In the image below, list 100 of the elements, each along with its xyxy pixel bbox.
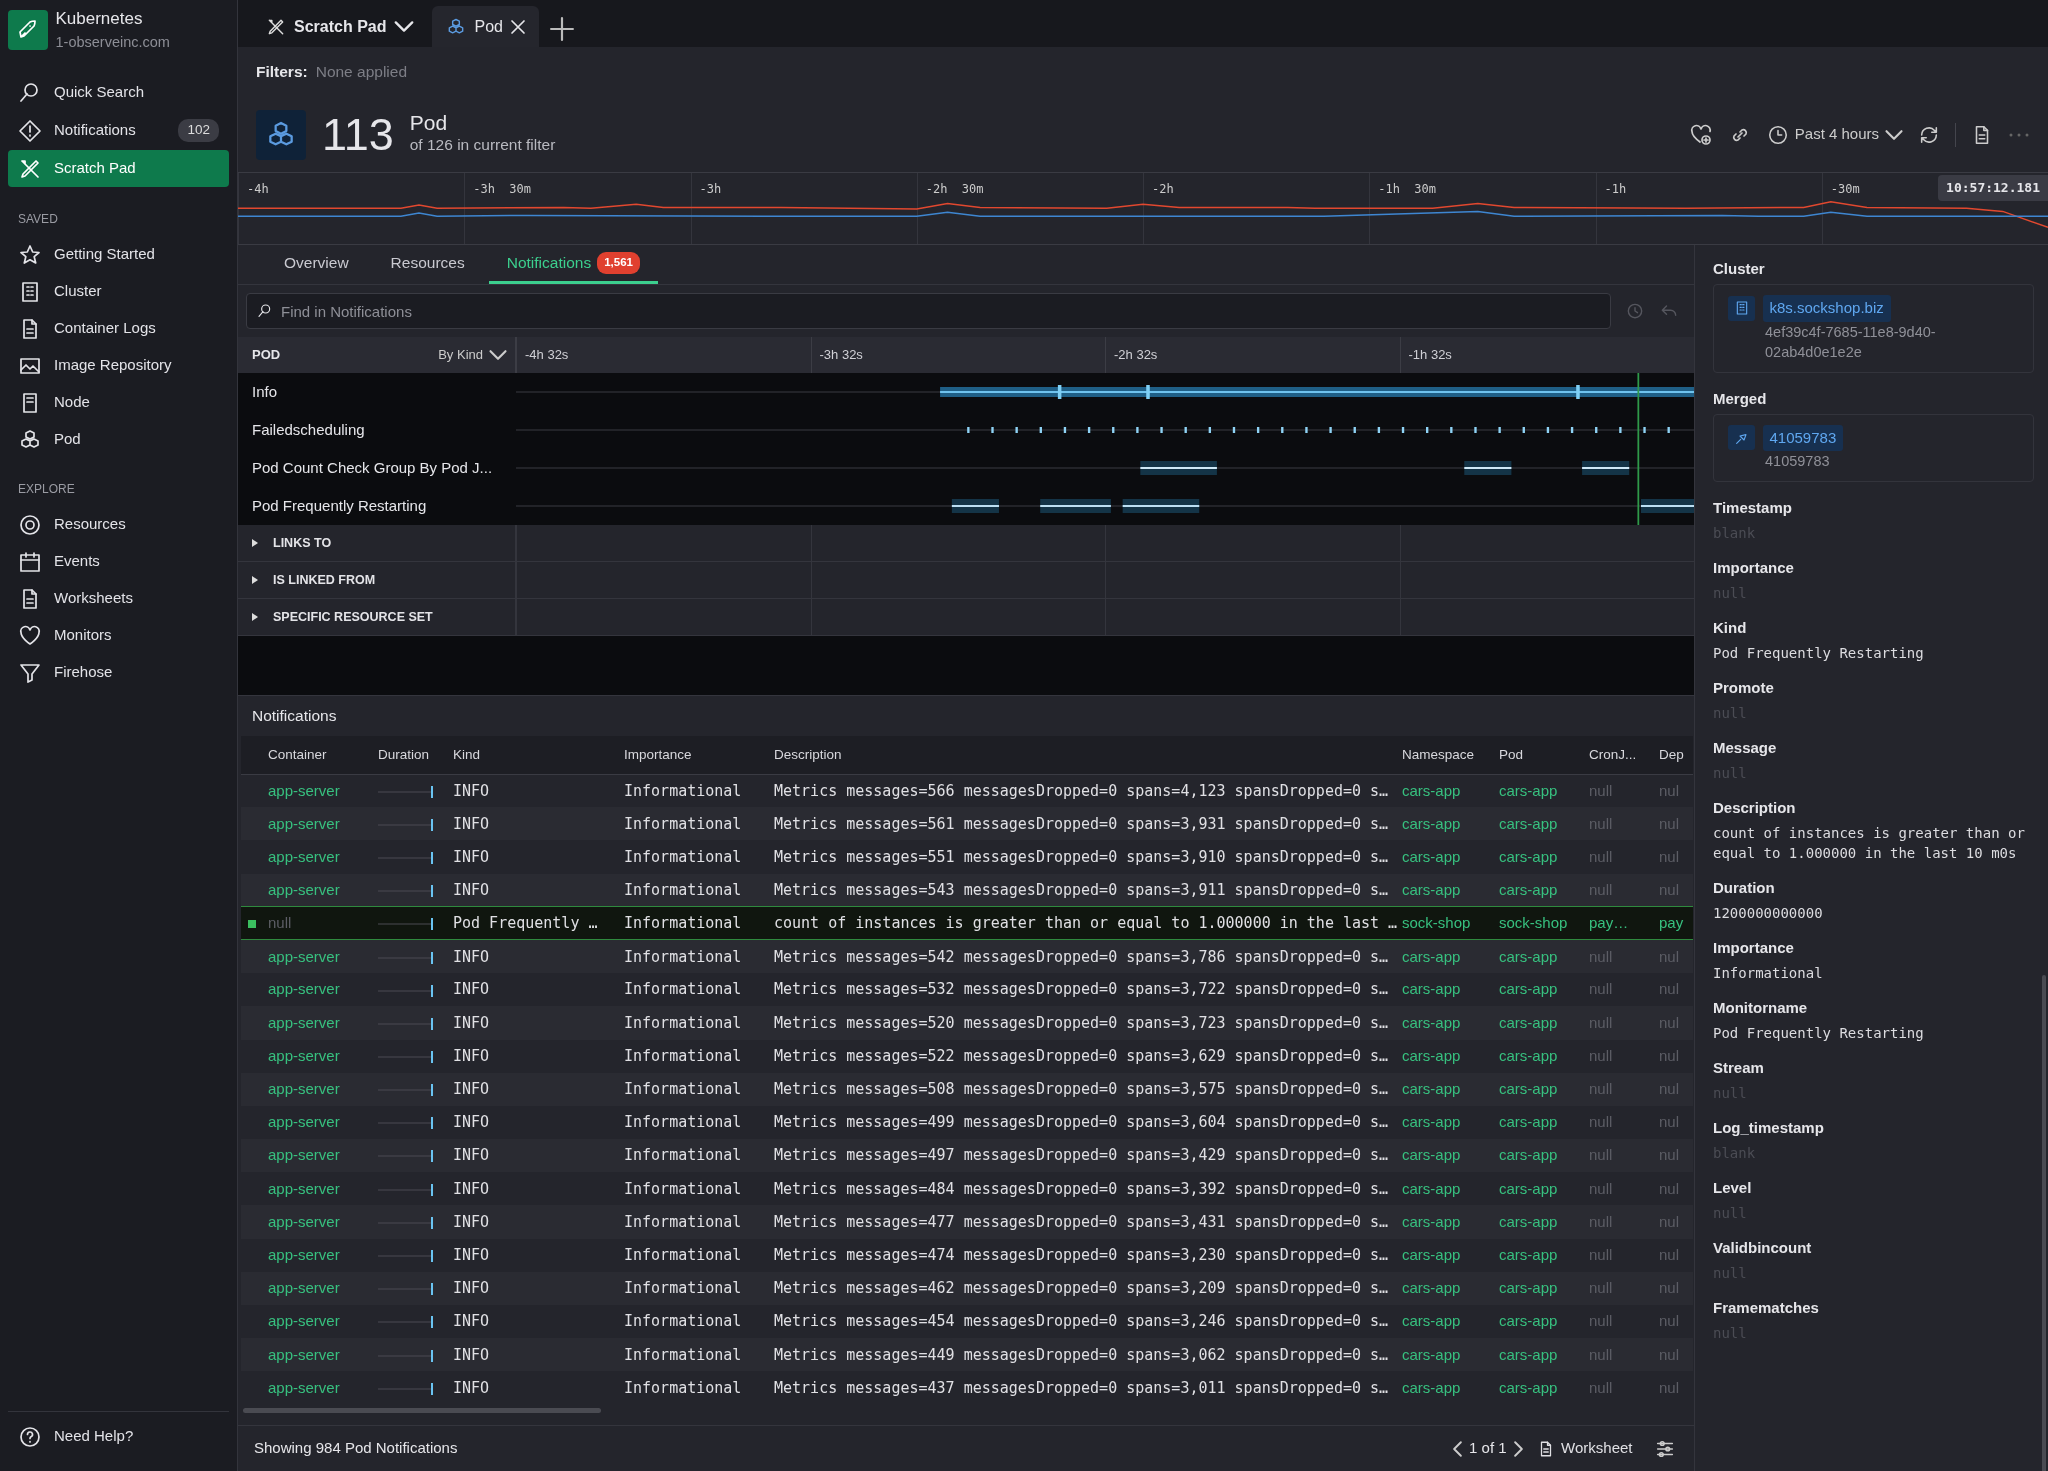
table-cell: nul (1655, 1039, 1693, 1073)
vertical-scrollbar[interactable] (2042, 975, 2046, 1471)
table-cell: nul (1655, 1105, 1693, 1140)
group-toggle[interactable]: SPECIFIC RESOURCE SET (252, 607, 433, 627)
table-cell: null (1585, 1172, 1655, 1206)
clock-icon (1766, 123, 1789, 146)
table-cell: app-server (264, 1139, 374, 1173)
table-row[interactable]: app-server INFO Informational Metrics messages=454 messagesDropped=0 spans=3,246 spansDropped=0 s… cars-app cars-app null nul (241, 1305, 1693, 1339)
page-title: Pod (409, 112, 449, 134)
section-title: Notifications (251, 706, 338, 727)
table-cell: count of instances is greater than or equal to 1.000000 in the last … (770, 906, 1398, 940)
table-cell: Informational (620, 1105, 770, 1140)
table-cell: cars-app (1398, 873, 1495, 907)
table-cell: app-server (264, 873, 374, 907)
table-cell: cars-app (1495, 1139, 1585, 1173)
tab[interactable]: Pod (432, 6, 539, 47)
field-label: Monitorname (1713, 998, 1809, 1018)
tab[interactable]: Scratch Pad (252, 6, 429, 47)
duration-bar-icon (378, 1083, 434, 1098)
sidebar-item[interactable]: Image Repository (8, 347, 229, 384)
table-cell: Metrics messages=477 messagesDropped=0 spans=3,431 spansDropped=0 s… (770, 1205, 1398, 1239)
sidebar-item[interactable]: Events (8, 543, 229, 580)
table-row[interactable]: app-server INFO Informational Metrics messages=532 messagesDropped=0 spans=3,722 spansDropped=0 s… cars-app cars-app null nul (241, 973, 1693, 1007)
sidebar-item[interactable]: Scratch Pad (8, 150, 229, 187)
add-monitor-button[interactable] (1688, 122, 1713, 147)
workspace-name: 1-observeinc.com (55, 32, 170, 52)
table-cell: cars-app (1398, 1305, 1495, 1339)
table-cell: INFO (449, 1172, 620, 1206)
table-cell: Informational (620, 906, 770, 940)
field-label: Timestamp (1713, 498, 1793, 518)
group-by-dropdown[interactable]: By Kind (438, 345, 507, 365)
table-cell: Metrics messages=566 messagesDropped=0 spans=4,123 spansDropped=0 s… (770, 774, 1398, 808)
sidebar-item[interactable]: Resources (8, 506, 229, 543)
sidebar-item[interactable]: Getting Started (8, 236, 229, 273)
sidebar-item[interactable]: Node (8, 384, 229, 421)
chevron-down-icon (1885, 129, 1903, 140)
table-cell: null (1585, 840, 1655, 874)
time-range-dropdown[interactable]: Past 4 hours (1766, 123, 1903, 146)
field-label: Stream (1713, 1058, 1765, 1078)
field-value: 4ef39c4f-7685-11e8-9d40-02ab4d0e1e2e (1764, 322, 1937, 362)
sidebar-item[interactable]: Quick Search (8, 74, 229, 111)
lane-label: Info (252, 381, 278, 402)
table-cell: Metrics messages=437 messagesDropped=0 spans=3,011 spansDropped=0 s… (770, 1371, 1398, 1405)
axis-tick-label: -4h 32s (516, 337, 811, 373)
table-cell: Metrics messages=497 messagesDropped=0 spans=3,429 spansDropped=0 s… (770, 1139, 1398, 1173)
table-cell: cars-app (1398, 973, 1495, 1007)
resource-link[interactable]: k8s.sockshop.biz (1762, 295, 1891, 322)
sidebar-item[interactable]: Cluster (8, 273, 229, 310)
more-button[interactable] (2008, 131, 2030, 138)
table-cell: INFO (449, 1139, 620, 1173)
tab[interactable]: Overview (266, 245, 367, 284)
help-link[interactable]: Need Help? (8, 1411, 229, 1461)
field-label: Duration (1713, 878, 1776, 898)
sidebar-item[interactable]: Worksheets (8, 580, 229, 617)
table-cell: cars-app (1398, 1271, 1495, 1305)
table-cell: Metrics messages=561 messagesDropped=0 spans=3,931 spansDropped=0 s… (770, 807, 1398, 841)
table-cell: Informational (620, 1338, 770, 1372)
resource-link[interactable]: 41059783 (1762, 424, 1844, 451)
group-toggle[interactable]: IS LINKED FROM (252, 570, 376, 590)
sidebar-item[interactable]: Container Logs (8, 310, 229, 347)
group-toggle[interactable]: LINKS TO (252, 533, 332, 553)
table-cell: Informational (620, 1238, 770, 1272)
table-row[interactable]: app-server INFO Informational Metrics messages=551 messagesDropped=0 spans=3,910 spansDropped=0 s… cars-app cars-app null nul (241, 840, 1693, 874)
sidebar-item[interactable]: Monitors (8, 617, 229, 654)
table-cell: INFO (449, 1271, 620, 1305)
field-label: Importance (1713, 938, 1795, 958)
page-subtitle: of 126 in current filter (409, 135, 556, 156)
field-value: 1200000000000 (1713, 904, 1824, 923)
sidebar-item[interactable]: Pod (8, 421, 229, 458)
tab[interactable]: Notifications 1,561 (488, 245, 658, 284)
table-cell: app-server (264, 1072, 374, 1106)
cursor-time-label: 10:57:12.181 (1938, 175, 2048, 201)
tab[interactable]: Resources (372, 245, 483, 284)
table-cell: Informational (620, 1072, 770, 1106)
axis-tick-label: -3h (699, 182, 722, 196)
sidebar-item[interactable]: Firehose (8, 654, 229, 691)
table-cell: cars-app (1495, 1072, 1585, 1106)
search-field[interactable]: Find in Notifications (246, 293, 1611, 329)
table-cell: cars-app (1398, 1006, 1495, 1040)
table-cell: cars-app (1495, 774, 1585, 808)
table-row[interactable]: app-server INFO Informational Metrics messages=566 messagesDropped=0 spans=4,123 spansDropped=0 s… cars-app cars-app null nul (241, 774, 1693, 808)
horizontal-scrollbar[interactable] (243, 1407, 601, 1413)
table-row[interactable]: app-server INFO Informational Metrics messages=522 messagesDropped=0 spans=3,629 spansDropped=0 s… cars-app cars-app null nul (241, 1039, 1693, 1073)
next-page-button[interactable] (1514, 1440, 1524, 1457)
column-header: Kind (449, 736, 620, 774)
table-row[interactable]: app-server INFO Informational Metrics messages=437 messagesDropped=0 spans=3,011 spansDropped=0 s… cars-app cars-app null nul (241, 1371, 1693, 1405)
axis-tick-label: -2h 32s (1105, 337, 1400, 373)
table-row[interactable]: null Pod Frequently … Informational count of instances is greater than or equal to 1.000000 in the last … sock-shop sock-shop pay… pay (241, 906, 1693, 940)
sidebar-item[interactable]: Notifications 102 (8, 112, 229, 149)
worksheet-button[interactable]: Worksheet (1537, 1437, 1633, 1460)
duration-bar-icon (378, 917, 434, 932)
table-cell: app-server (264, 1305, 374, 1339)
table-row[interactable]: app-server INFO Informational Metrics messages=484 messagesDropped=0 spans=3,392 spansDropped=0 s… cars-app cars-app null nul (241, 1172, 1693, 1206)
previous-page-button[interactable] (1452, 1440, 1462, 1457)
table-row[interactable]: app-server INFO Informational Metrics messages=499 messagesDropped=0 spans=3,604 spansDropped=0 s… cars-app cars-app null nul (241, 1105, 1693, 1140)
table-cell: INFO (449, 1072, 620, 1106)
table-cell: INFO (449, 1371, 620, 1405)
table-cell: app-server (264, 807, 374, 841)
plus-icon (549, 15, 575, 42)
table-row[interactable]: app-server INFO Informational Metrics messages=474 messagesDropped=0 spans=3,230 spansDropped=0 s… cars-app cars-app null nul (241, 1238, 1693, 1272)
